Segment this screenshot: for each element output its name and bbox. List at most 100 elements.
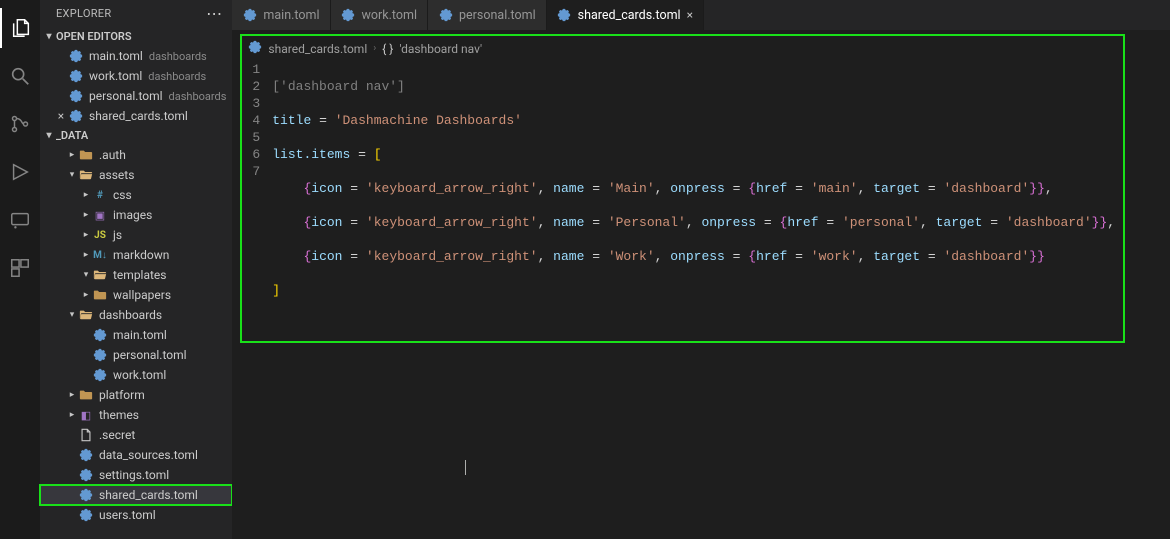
chevron-right-icon: ▸: [80, 210, 92, 220]
gear-icon: [341, 8, 356, 23]
tree-item-label: work.toml: [113, 368, 166, 382]
tree-file[interactable]: personal.toml: [40, 345, 232, 365]
tree-folder[interactable]: ▸wallpapers: [40, 285, 232, 305]
tree-item-label: main.toml: [113, 328, 167, 342]
open-editor-item[interactable]: personal.toml dashboards: [40, 86, 232, 106]
open-editor-path: dashboards: [149, 50, 207, 63]
open-editor-item[interactable]: main.tomldashboards: [40, 46, 232, 66]
code-content[interactable]: ['dashboard nav'] title = 'Dashmachine D…: [272, 61, 1123, 341]
explorer-more-icon[interactable]: ⋯: [206, 4, 222, 23]
folder-icon: [92, 287, 108, 303]
tree-folder[interactable]: ▾ dashboards: [40, 305, 232, 325]
chevron-right-icon: ▸: [66, 390, 78, 400]
editor-box: shared_cards.toml › { } 'dashboard nav' …: [240, 34, 1125, 343]
folder-open-icon: [78, 307, 94, 323]
tree-item-label: css: [113, 188, 132, 202]
close-icon[interactable]: ×: [687, 8, 693, 22]
code-editor[interactable]: 1234567 ['dashboard nav'] title = 'Dashm…: [242, 61, 1123, 341]
tree-item-label: data_sources.toml: [99, 448, 198, 462]
tree-folder[interactable]: ▾ templates: [40, 265, 232, 285]
workspace-section[interactable]: ▾ _DATA: [40, 126, 232, 145]
open-editor-item[interactable]: work.tomldashboards: [40, 66, 232, 86]
open-editor-path: dashboards: [169, 90, 227, 103]
editor-tab[interactable]: work.toml: [331, 0, 429, 30]
tree-item-label: settings.toml: [99, 468, 169, 482]
tree-folder[interactable]: ▸.auth: [40, 145, 232, 165]
tree-item-label: markdown: [113, 248, 169, 262]
tab-label: main.toml: [263, 8, 319, 23]
gear-icon: [78, 447, 94, 463]
activity-search-icon[interactable]: [0, 56, 40, 96]
tree-item-label: shared_cards.toml: [99, 488, 198, 502]
tree-item-label: templates: [113, 268, 166, 282]
activity-debug-icon[interactable]: [0, 152, 40, 192]
open-editors-label: OPEN EDITORS: [56, 30, 132, 43]
tree-file[interactable]: main.toml: [40, 325, 232, 345]
folder-open-icon: [92, 267, 108, 283]
chevron-right-icon: ▸: [66, 410, 78, 420]
breadcrumb[interactable]: shared_cards.toml › { } 'dashboard nav': [242, 36, 1123, 61]
tree-folder[interactable]: ▸# css: [40, 185, 232, 205]
tree-file[interactable]: data_sources.toml: [40, 445, 232, 465]
gear-icon: [78, 487, 94, 503]
gear-icon: [78, 467, 94, 483]
breadcrumb-file: shared_cards.toml: [268, 42, 367, 56]
tree-folder[interactable]: ▸▣images: [40, 205, 232, 225]
chevron-down-icon: ▾: [66, 310, 78, 320]
folder-icon: [78, 387, 94, 403]
images-folder-icon: ▣: [92, 207, 108, 223]
close-icon[interactable]: ×: [54, 109, 68, 123]
chevron-right-icon: ▸: [80, 290, 92, 300]
chevron-right-icon: ▸: [80, 190, 92, 200]
tree-item-label: .secret: [99, 428, 135, 442]
editor-tab[interactable]: main.toml: [232, 0, 330, 30]
editor-tab[interactable]: shared_cards.toml ×: [547, 0, 704, 30]
tree-item-label: personal.toml: [113, 348, 187, 362]
editor-tabs: main.tomlwork.tomlpersonal.tomlshared_ca…: [232, 0, 1170, 30]
gear-icon: [78, 507, 94, 523]
themes-folder-icon: ◧: [78, 407, 94, 423]
explorer-header: EXPLORER ⋯: [40, 0, 232, 27]
chevron-down-icon: ▾: [42, 130, 56, 141]
activity-remote-icon[interactable]: [0, 200, 40, 240]
explorer-sidebar: EXPLORER ⋯ ▾ OPEN EDITORS main.tomldashb…: [40, 0, 232, 539]
open-editor-item[interactable]: ×shared_cards.toml: [40, 106, 232, 126]
open-editors-section[interactable]: ▾ OPEN EDITORS: [40, 27, 232, 46]
chevron-right-icon: ▸: [66, 150, 78, 160]
activity-extensions-icon[interactable]: [0, 248, 40, 288]
tree-item-label: dashboards: [99, 308, 162, 322]
code-key: title: [272, 113, 311, 128]
tree-folder[interactable]: ▸platform: [40, 385, 232, 405]
open-editor-filename: personal.toml: [89, 89, 163, 103]
tree-file[interactable]: work.toml: [40, 365, 232, 385]
folder-icon: [78, 147, 94, 163]
tree-folder[interactable]: ▸JSjs: [40, 225, 232, 245]
activity-explorer-icon[interactable]: [0, 8, 40, 48]
chevron-down-icon: ▾: [80, 270, 92, 280]
css-folder-icon: #: [92, 187, 108, 203]
activity-bar: [0, 0, 40, 539]
braces-icon: { }: [382, 42, 393, 56]
code-val: 'Dashmachine Dashboards': [335, 113, 522, 128]
open-editor-path: dashboards: [148, 70, 206, 83]
tree-folder[interactable]: ▸◧themes: [40, 405, 232, 425]
gear-icon: [438, 8, 453, 23]
js-folder-icon: JS: [92, 227, 108, 243]
chevron-right-icon: ▸: [80, 250, 92, 260]
tree-folder[interactable]: ▾ assets: [40, 165, 232, 185]
chevron-right-icon: ›: [373, 43, 376, 54]
chevron-down-icon: ▾: [66, 170, 78, 180]
tree-file[interactable]: users.toml: [40, 505, 232, 525]
gear-icon: [557, 8, 572, 23]
tree-file[interactable]: settings.toml: [40, 465, 232, 485]
tab-label: shared_cards.toml: [578, 8, 681, 23]
editor-tab[interactable]: personal.toml: [428, 0, 547, 30]
activity-scm-icon[interactable]: [0, 104, 40, 144]
tree-file[interactable]: .secret: [40, 425, 232, 445]
markdown-folder-icon: M↓: [92, 247, 108, 263]
tree-folder[interactable]: ▸M↓ markdown: [40, 245, 232, 265]
folder-open-icon: [78, 167, 94, 183]
gear-icon: [92, 327, 108, 343]
tree-file[interactable]: shared_cards.toml: [40, 485, 232, 505]
tree-item-label: assets: [99, 168, 134, 182]
